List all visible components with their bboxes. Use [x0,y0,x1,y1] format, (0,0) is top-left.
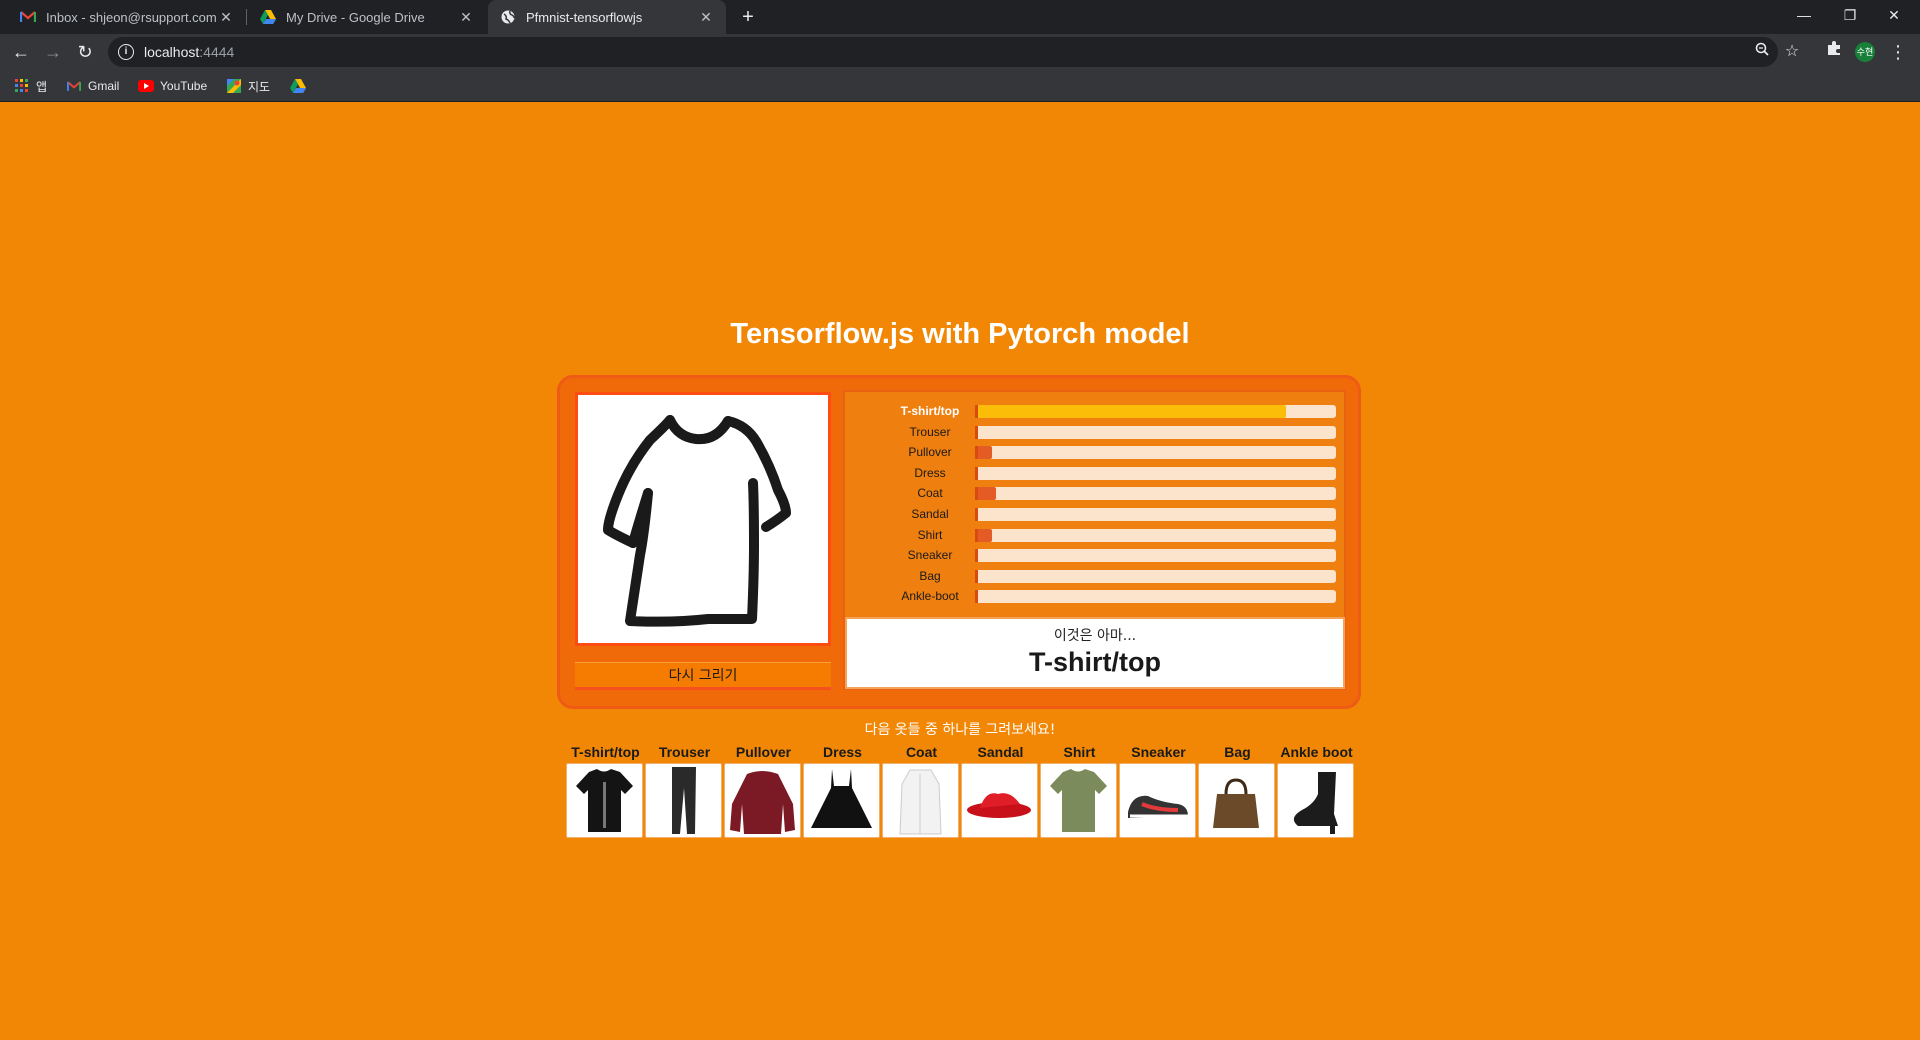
bar-fill [978,528,993,542]
coat-photo [882,763,959,838]
bar-track [975,446,1336,460]
ankle-boot-photo [1277,763,1354,838]
more-menu-icon[interactable]: ⋮ [1886,40,1910,64]
pullover-photo [724,763,801,838]
star-icon[interactable]: ☆ [1780,37,1804,67]
close-window-button[interactable]: ✕ [1872,0,1916,30]
bar-row: Dress [845,464,1344,482]
bar-track [975,466,1336,480]
new-tab-button[interactable]: + [736,5,760,29]
page-title: Tensorflow.js with Pytorch model [730,318,1190,350]
bookmark-label: Gmail [88,79,120,93]
google-drive-icon [260,9,276,25]
drawing-canvas[interactable] [575,392,831,646]
reload-icon[interactable]: ↻ [73,40,97,64]
bar-label: Dress [914,465,946,480]
minimize-button[interactable]: — [1782,0,1826,30]
bookmark-label: 지도 [248,79,271,94]
tshirt-photo [566,763,643,838]
redraw-button[interactable]: 다시 그리기 [575,662,831,690]
example-label: Ankle boot [1280,744,1353,760]
bar-track [975,487,1336,501]
bar-label: Coat [917,486,943,501]
extensions-puzzle-icon[interactable] [1822,40,1846,64]
bar-row: T-shirt/top [845,402,1344,420]
tshirt-drawing [603,415,791,627]
bar-row: Shirt [845,526,1344,544]
bar-row: Sneaker [845,546,1344,564]
bar-label: T-shirt/top [900,404,960,418]
tab-google-drive[interactable]: My Drive - Google Drive ✕ [248,0,486,34]
close-tab-icon[interactable]: ✕ [698,9,714,26]
bar-row: Sandal [845,505,1344,523]
close-tab-icon[interactable]: ✕ [218,9,234,26]
bar-label: Sandal [911,507,949,521]
bar-row: Ankle-boot [845,587,1344,605]
sneaker-photo [1119,763,1196,838]
tab-strip: Inbox - shjeon@rsupport.com - ✕ My Drive… [0,0,1920,34]
tab-pfmnist[interactable]: Pfmnist-tensorflowjs ✕ [488,0,726,34]
bar-track [975,405,1336,418]
bar-row: Bag [845,567,1344,585]
prediction-box: 이것은 아마... T-shirt/top [845,617,1345,689]
google-drive-icon [290,78,306,94]
bar-label: Pullover [908,445,952,460]
bookmark-gmail[interactable]: Gmail [66,76,119,96]
bar-track [975,549,1336,563]
bar-label: Bag [919,568,941,583]
bar-fill [978,405,1286,418]
url-host: localhost [144,44,200,60]
youtube-icon [138,78,154,94]
bag-photo [1198,763,1275,838]
bookmark-apps[interactable]: 앱 [14,76,47,96]
bar-track [975,528,1336,542]
info-icon[interactable]: i [118,44,134,60]
bookmarks-bar: 앱 Gmail YouTube 지도 [0,70,1920,102]
back-arrow-icon[interactable]: ← [9,40,33,64]
url-port: :4444 [199,44,235,60]
bar-label: Ankle-boot [901,589,959,604]
bookmark-google-drive[interactable] [290,76,312,96]
tab-title: My Drive - Google Drive [286,9,425,25]
prediction-label: T-shirt/top [1029,647,1161,677]
profile-avatar[interactable]: 수현 [1855,42,1875,62]
bar-fill [978,487,996,501]
bar-track [975,508,1336,521]
tab-divider [246,9,247,25]
bar-track [975,569,1336,583]
bar-track [975,590,1336,604]
dress-photo [803,763,880,838]
bar-label: Shirt [917,527,943,542]
tab-gmail[interactable]: Inbox - shjeon@rsupport.com - ✕ [8,0,246,34]
tab-title: Inbox - shjeon@rsupport.com - [46,9,218,25]
zoom-icon[interactable] [1750,37,1774,67]
gmail-icon [66,78,82,94]
gmail-icon [20,9,36,25]
close-tab-icon[interactable]: ✕ [458,9,474,26]
tab-title: Pfmnist-tensorflowjs [526,9,643,25]
maps-icon [226,78,242,94]
browser-toolbar: ← → ↻ i localhost:4444 ☆ 수현 ⋮ [0,34,1920,70]
globe-icon [500,9,516,25]
bookmark-youtube[interactable]: YouTube [138,76,207,96]
bar-label: Trouser [909,424,951,439]
forward-arrow-icon[interactable]: → [41,40,65,64]
bookmark-label: YouTube [160,79,208,93]
prediction-intro: 이것은 아마... [1053,628,1137,644]
sandal-photo [961,763,1038,838]
bar-row: Pullover [845,443,1344,461]
bar-row: Trouser [845,423,1344,441]
bar-row: Coat [845,484,1344,502]
bookmark-maps[interactable]: 지도 [226,76,270,96]
apps-grid-icon [14,78,30,94]
address-bar[interactable]: i localhost:4444 ☆ [108,37,1799,67]
trouser-photo [645,763,722,838]
bookmark-label: 앱 [36,79,48,94]
bar-fill [978,446,993,460]
restore-button[interactable]: ❐ [1828,0,1872,30]
bar-track [975,425,1336,439]
shirt-photo [1040,763,1117,838]
instruction-text: 다음 옷들 중 하나를 그려보세요! [864,722,1056,738]
bar-label: Sneaker [907,548,953,563]
